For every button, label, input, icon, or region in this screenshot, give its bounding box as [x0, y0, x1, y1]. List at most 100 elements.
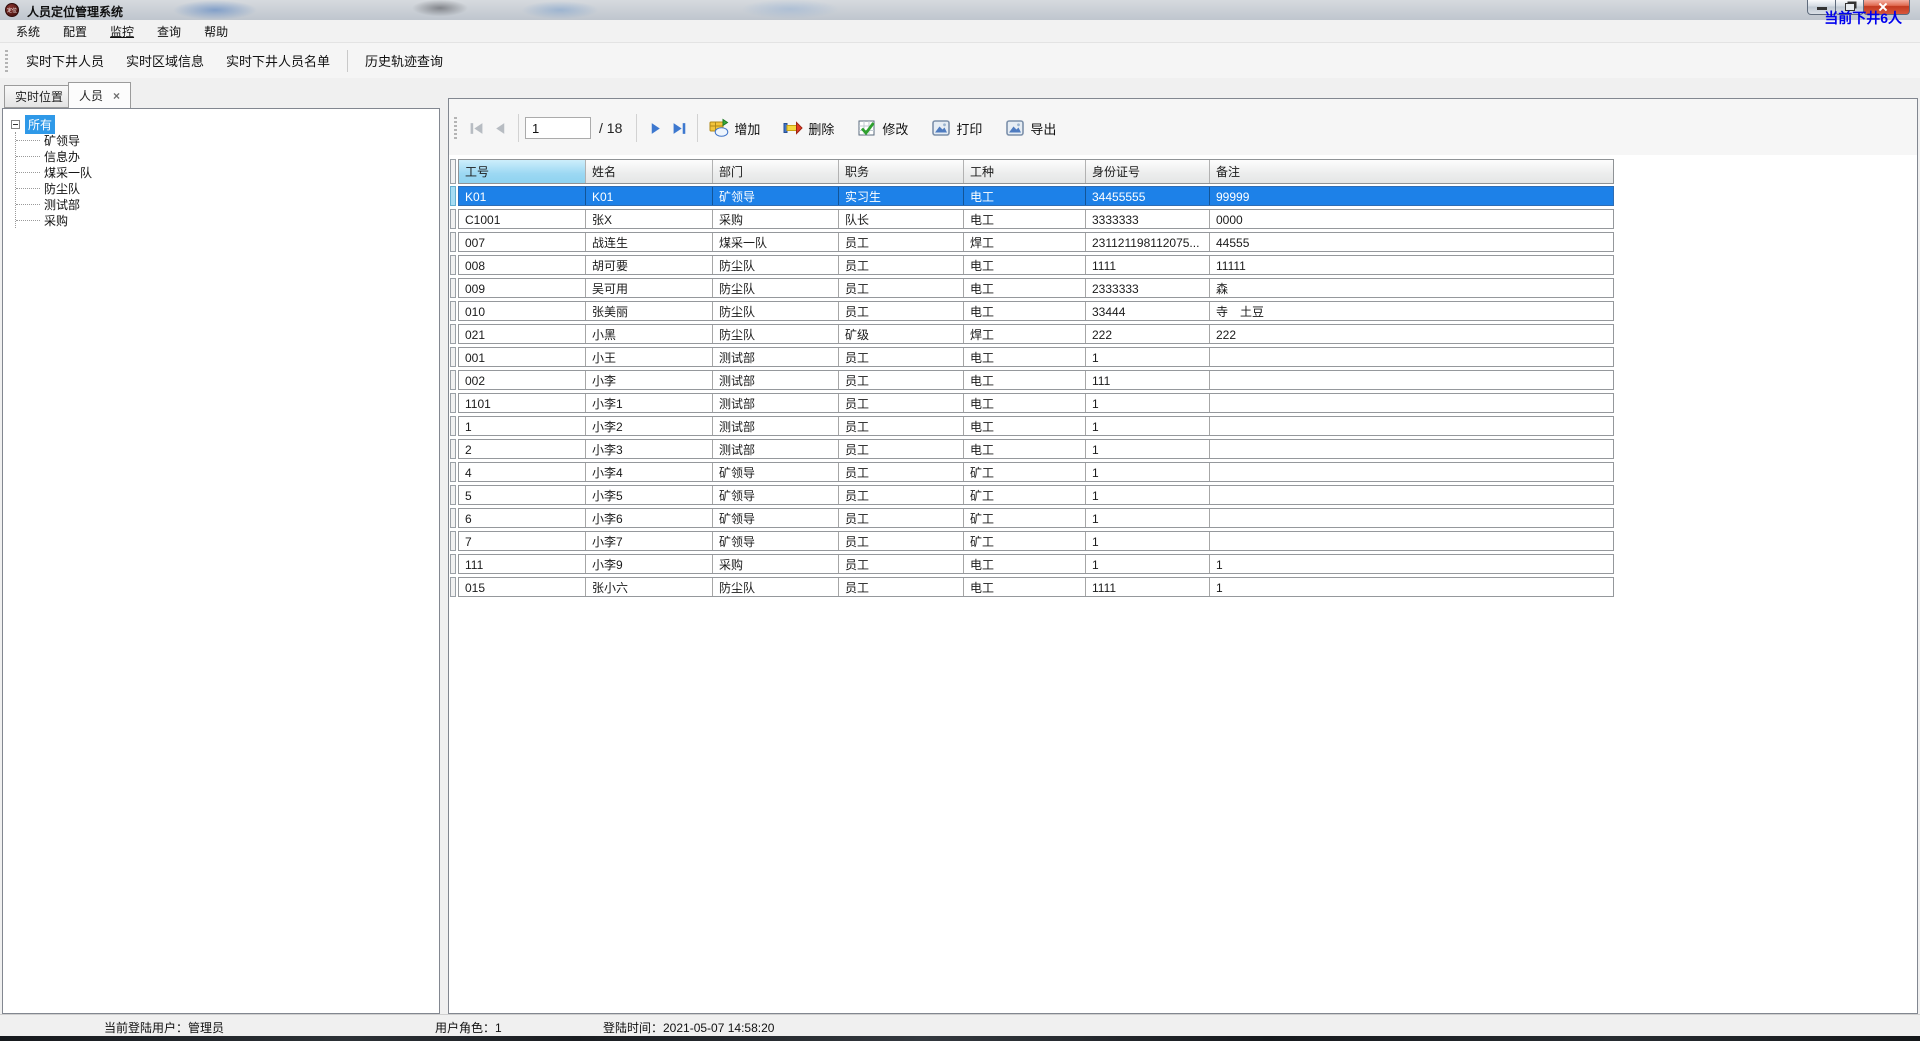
table-cell[interactable]: 实习生 [839, 187, 964, 205]
table-cell[interactable]: 员工 [839, 348, 964, 366]
tree-node-2[interactable]: 煤采一队 [16, 164, 439, 180]
table-cell[interactable]: 34455555 [1086, 187, 1210, 205]
table-cell[interactable]: 电工 [964, 555, 1086, 573]
table-cell[interactable]: 防尘队 [713, 256, 839, 274]
table-cell[interactable]: 002 [459, 371, 586, 389]
table-cell[interactable]: 小李5 [586, 486, 713, 504]
table-cell[interactable]: 99999 [1210, 187, 1613, 205]
column-header-0[interactable]: 工号 [459, 160, 586, 183]
table-cell[interactable]: 小李9 [586, 555, 713, 573]
table-cell[interactable]: 0000 [1210, 210, 1613, 228]
table-cell[interactable]: 015 [459, 578, 586, 596]
menu-item-3[interactable]: 查询 [147, 20, 191, 43]
table-cell[interactable]: 焊工 [964, 325, 1086, 343]
menu-item-0[interactable]: 系统 [6, 20, 50, 43]
pager-toolbar-grip[interactable] [454, 117, 457, 139]
page-number-input[interactable] [525, 117, 591, 139]
table-cell[interactable]: 矿领导 [713, 463, 839, 481]
table-cell[interactable]: 电工 [964, 348, 1086, 366]
table-cell[interactable]: 1 [1210, 555, 1613, 573]
modify-button[interactable]: 修改 [852, 116, 913, 140]
table-row[interactable]: 009吴可用防尘队员工电工2333333森 [450, 278, 1614, 298]
table-row[interactable]: 008胡可要防尘队员工电工111111111 [450, 255, 1614, 275]
table-cell[interactable]: 1 [1086, 440, 1210, 458]
table-cell[interactable]: 1 [1210, 578, 1613, 596]
table-cell[interactable]: 员工 [839, 532, 964, 550]
menu-item-4[interactable]: 帮助 [194, 20, 238, 43]
tab-1[interactable]: 人员× [68, 82, 131, 108]
last-page-icon[interactable] [667, 116, 691, 140]
table-cell[interactable] [1210, 348, 1613, 366]
table-cell[interactable]: 胡可要 [586, 256, 713, 274]
table-cell[interactable]: 2 [459, 440, 586, 458]
table-cell[interactable] [1210, 509, 1613, 527]
column-header-1[interactable]: 姓名 [586, 160, 713, 183]
table-cell[interactable]: 111 [459, 555, 586, 573]
menu-item-1[interactable]: 配置 [53, 20, 97, 43]
table-cell[interactable]: 电工 [964, 187, 1086, 205]
table-cell[interactable]: 小李2 [586, 417, 713, 435]
table-row[interactable]: 5小李5矿领导员工矿工1 [450, 485, 1614, 505]
table-cell[interactable]: 021 [459, 325, 586, 343]
table-cell[interactable]: 防尘队 [713, 578, 839, 596]
tab-close-icon[interactable]: × [113, 91, 120, 101]
table-row[interactable]: 021小黑防尘队矿级焊工222222 [450, 324, 1614, 344]
table-cell[interactable]: 电工 [964, 302, 1086, 320]
tree-node-3[interactable]: 防尘队 [16, 180, 439, 196]
tree-collapse-icon[interactable] [11, 120, 20, 129]
table-cell[interactable]: 员工 [839, 417, 964, 435]
table-cell[interactable]: 队长 [839, 210, 964, 228]
table-cell[interactable]: 33444 [1086, 302, 1210, 320]
table-cell[interactable]: 矿领导 [713, 486, 839, 504]
table-cell[interactable]: 员工 [839, 256, 964, 274]
table-cell[interactable]: 4 [459, 463, 586, 481]
column-header-2[interactable]: 部门 [713, 160, 839, 183]
tree-node-1[interactable]: 信息办 [16, 148, 439, 164]
table-cell[interactable]: 11111 [1210, 256, 1613, 274]
table-cell[interactable]: 测试部 [713, 417, 839, 435]
table-cell[interactable]: 矿领导 [713, 509, 839, 527]
table-cell[interactable]: 小李4 [586, 463, 713, 481]
table-cell[interactable]: 007 [459, 233, 586, 251]
table-cell[interactable]: 009 [459, 279, 586, 297]
table-cell[interactable]: 7 [459, 532, 586, 550]
table-cell[interactable]: 1 [1086, 417, 1210, 435]
quickbar-item-2[interactable]: 实时下井人员名单 [215, 45, 341, 76]
table-cell[interactable]: 员工 [839, 440, 964, 458]
table-cell[interactable]: 2333333 [1086, 279, 1210, 297]
table-row[interactable]: 6小李6矿领导员工矿工1 [450, 508, 1614, 528]
table-cell[interactable]: 员工 [839, 486, 964, 504]
prev-page-icon[interactable] [488, 116, 512, 140]
table-row[interactable]: 001小王测试部员工电工1 [450, 347, 1614, 367]
quickbar-item-1[interactable]: 实时区域信息 [115, 45, 215, 76]
table-row[interactable]: 7小李7矿领导员工矿工1 [450, 531, 1614, 551]
table-row[interactable]: 1101小李1测试部员工电工1 [450, 393, 1614, 413]
table-cell[interactable]: 矿工 [964, 463, 1086, 481]
table-cell[interactable] [1210, 440, 1613, 458]
menu-item-2[interactable]: 监控 [100, 20, 144, 43]
table-cell[interactable]: 员工 [839, 578, 964, 596]
table-cell[interactable]: 矿领导 [713, 187, 839, 205]
table-row[interactable]: 002小李测试部员工电工111 [450, 370, 1614, 390]
tree-node-0[interactable]: 矿领导 [16, 132, 439, 148]
table-cell[interactable]: 寺 土豆 [1210, 302, 1613, 320]
table-cell[interactable]: 电工 [964, 279, 1086, 297]
table-cell[interactable]: 小王 [586, 348, 713, 366]
table-cell[interactable]: 小李7 [586, 532, 713, 550]
table-cell[interactable]: 森 [1210, 279, 1613, 297]
table-cell[interactable]: 矿工 [964, 486, 1086, 504]
table-row[interactable]: 010张美丽防尘队员工电工33444寺 土豆 [450, 301, 1614, 321]
table-cell[interactable]: 防尘队 [713, 325, 839, 343]
tab-0[interactable]: 实时位置 [4, 85, 74, 108]
table-cell[interactable]: 员工 [839, 279, 964, 297]
table-cell[interactable]: 1 [1086, 348, 1210, 366]
table-cell[interactable]: 员工 [839, 302, 964, 320]
table-cell[interactable]: 222 [1086, 325, 1210, 343]
table-cell[interactable]: 电工 [964, 371, 1086, 389]
table-cell[interactable]: 员工 [839, 394, 964, 412]
table-row[interactable]: K01K01矿领导实习生电工3445555599999 [450, 186, 1614, 206]
table-row[interactable]: 4小李4矿领导员工矿工1 [450, 462, 1614, 482]
quickbar-item-0[interactable]: 实时下井人员 [15, 45, 115, 76]
first-page-icon[interactable] [464, 116, 488, 140]
table-row[interactable]: 111小李9采购员工电工11 [450, 554, 1614, 574]
